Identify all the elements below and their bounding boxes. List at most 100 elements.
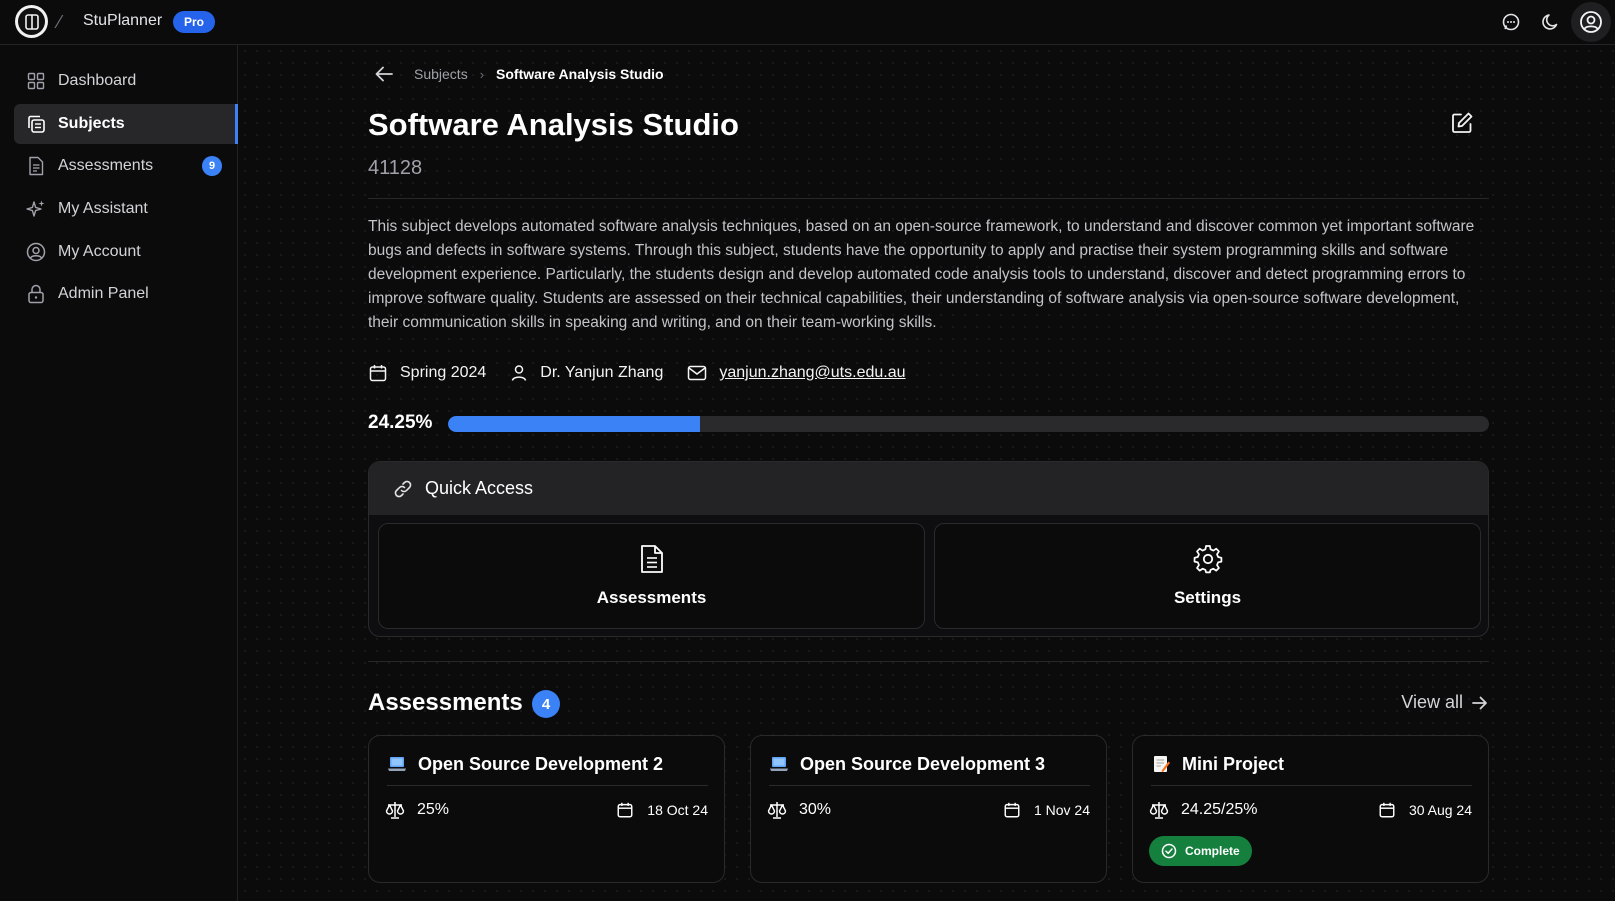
chat-icon — [1502, 13, 1520, 31]
calendar-icon — [369, 365, 387, 382]
book-logo-icon — [24, 13, 39, 30]
subject-progress: 24.25% — [368, 411, 1489, 435]
page-title: Software Analysis Studio — [368, 107, 739, 142]
document-icon — [26, 156, 46, 176]
quick-access-settings[interactable]: Settings — [934, 523, 1481, 629]
breadcrumb: Subjects › Software Analysis Studio — [368, 63, 664, 85]
card-title-text: Open Source Development 2 — [418, 754, 664, 774]
feedback-button[interactable] — [1491, 2, 1531, 42]
sidebar-item-label: Assessments — [58, 157, 154, 174]
check-circle-icon — [1161, 843, 1177, 859]
app-name[interactable]: StuPlanner — [83, 12, 162, 30]
scale-icon — [385, 802, 405, 819]
sidebar-item-my-assistant[interactable]: My Assistant — [14, 189, 238, 229]
calendar-icon — [1004, 802, 1020, 818]
laptop-icon — [770, 757, 788, 771]
subject-code: 41128 — [368, 157, 423, 179]
card-weight: 25% — [385, 800, 449, 820]
progress-bar — [448, 416, 1489, 432]
term-label: Spring 2024 — [400, 364, 487, 381]
assessment-card[interactable]: Mini Project 24.25/25% 30 Aug 24 Complet… — [1132, 735, 1489, 883]
tile-label: Settings — [1173, 588, 1242, 607]
sparkles-icon — [26, 199, 46, 219]
card-date: 30 Aug 24 — [1378, 801, 1472, 819]
lock-icon — [26, 284, 46, 304]
sidebar-item-label: Admin Panel — [58, 285, 149, 302]
sidebar-item-label: Dashboard — [58, 72, 137, 89]
assessments-section-title: Assessments — [368, 689, 523, 716]
sidebar-item-assessments[interactable]: Assessments 9 — [14, 146, 238, 186]
app-logo[interactable] — [15, 5, 48, 38]
sidebar-item-label: My Assistant — [58, 200, 148, 217]
card-title-text: Open Source Development 3 — [800, 754, 1046, 774]
account-button[interactable] — [1571, 2, 1611, 42]
term-info: Spring 2024 — [368, 363, 486, 383]
card-weight: 24.25/25% — [1149, 800, 1258, 820]
card-weight-value: 24.25/25% — [1181, 801, 1258, 818]
subject-meta: Spring 2024 Dr. Yanjun Zhang yanjun.zhan… — [368, 361, 930, 385]
progress-bar-fill — [448, 416, 701, 432]
progress-percent: 24.25% — [368, 412, 433, 433]
mail-icon — [688, 365, 707, 381]
quick-access-header: Quick Access — [369, 462, 1488, 515]
grid-icon — [26, 71, 46, 91]
view-all-label: View all — [1401, 692, 1463, 712]
quick-access-assessments[interactable]: Assessments — [378, 523, 925, 629]
assessment-card[interactable]: Open Source Development 2 25% 18 Oct 24 — [368, 735, 725, 883]
sidebar-item-label: Subjects — [58, 115, 125, 132]
scale-icon — [767, 802, 787, 819]
quick-access-title: Quick Access — [425, 478, 534, 498]
card-title: Open Source Development 3 — [769, 754, 1090, 786]
status-label: Complete — [1185, 844, 1240, 858]
copy-icon — [26, 114, 46, 134]
sidebar-item-admin-panel[interactable]: Admin Panel — [14, 274, 238, 314]
calendar-icon — [617, 802, 633, 818]
breadcrumb-subjects-link[interactable]: Subjects — [414, 66, 468, 82]
sidebar-item-label: My Account — [58, 243, 141, 260]
memo-icon — [1154, 756, 1170, 772]
assessment-cards: Open Source Development 2 25% 18 Oct 24 — [368, 735, 1489, 883]
card-title: Mini Project — [1151, 754, 1472, 786]
document-icon — [640, 545, 663, 573]
edit-icon — [1452, 112, 1473, 133]
scale-icon — [1149, 802, 1169, 819]
gear-icon — [1193, 545, 1222, 574]
card-weight: 30% — [767, 800, 831, 820]
coordinator-info: Dr. Yanjun Zhang — [510, 364, 663, 382]
sidebar-item-subjects[interactable]: Subjects — [14, 104, 238, 144]
theme-toggle-button[interactable] — [1531, 2, 1571, 42]
quick-access-panel: Quick Access Assessments Settings — [368, 461, 1489, 637]
card-weight-value: 25% — [417, 801, 450, 818]
coordinator-email-link[interactable]: yanjun.zhang@uts.edu.au — [719, 364, 905, 382]
user-circle-icon — [26, 242, 46, 262]
assessments-count-badge: 9 — [202, 156, 222, 176]
view-all-link[interactable]: View all — [1401, 692, 1489, 713]
sidebar-item-my-account[interactable]: My Account — [14, 232, 238, 272]
sidebar-item-dashboard[interactable]: Dashboard — [14, 61, 238, 101]
arrow-right-icon — [1472, 696, 1487, 709]
email-info: yanjun.zhang@uts.edu.au — [687, 364, 906, 382]
card-date-value: 30 Aug 24 — [1408, 802, 1472, 818]
divider — [368, 198, 1489, 199]
chevron-right-icon: › — [479, 66, 485, 82]
calendar-icon — [1379, 802, 1395, 818]
pro-badge: Pro — [173, 11, 216, 33]
card-title-text: Mini Project — [1182, 754, 1285, 774]
laptop-icon — [388, 757, 406, 771]
back-button[interactable] — [374, 63, 398, 85]
coordinator-name: Dr. Yanjun Zhang — [540, 364, 664, 381]
user-circle-icon — [1580, 11, 1602, 33]
user-icon — [512, 365, 527, 381]
divider — [368, 661, 1489, 662]
assessments-count-badge: 4 — [532, 690, 560, 718]
card-weight-value: 30% — [799, 801, 832, 818]
tile-label: Assessments — [596, 588, 707, 607]
top-bar: ⁄ StuPlanner Pro — [0, 0, 1615, 45]
slash-divider: ⁄ — [58, 12, 62, 32]
card-date: 18 Oct 24 — [616, 801, 708, 819]
edit-subject-button[interactable] — [1450, 111, 1476, 137]
moon-icon — [1542, 14, 1558, 30]
card-date: 1 Nov 24 — [1003, 801, 1090, 819]
assessment-card[interactable]: Open Source Development 3 30% 1 Nov 24 — [750, 735, 1107, 883]
arrow-left-icon — [375, 66, 393, 82]
